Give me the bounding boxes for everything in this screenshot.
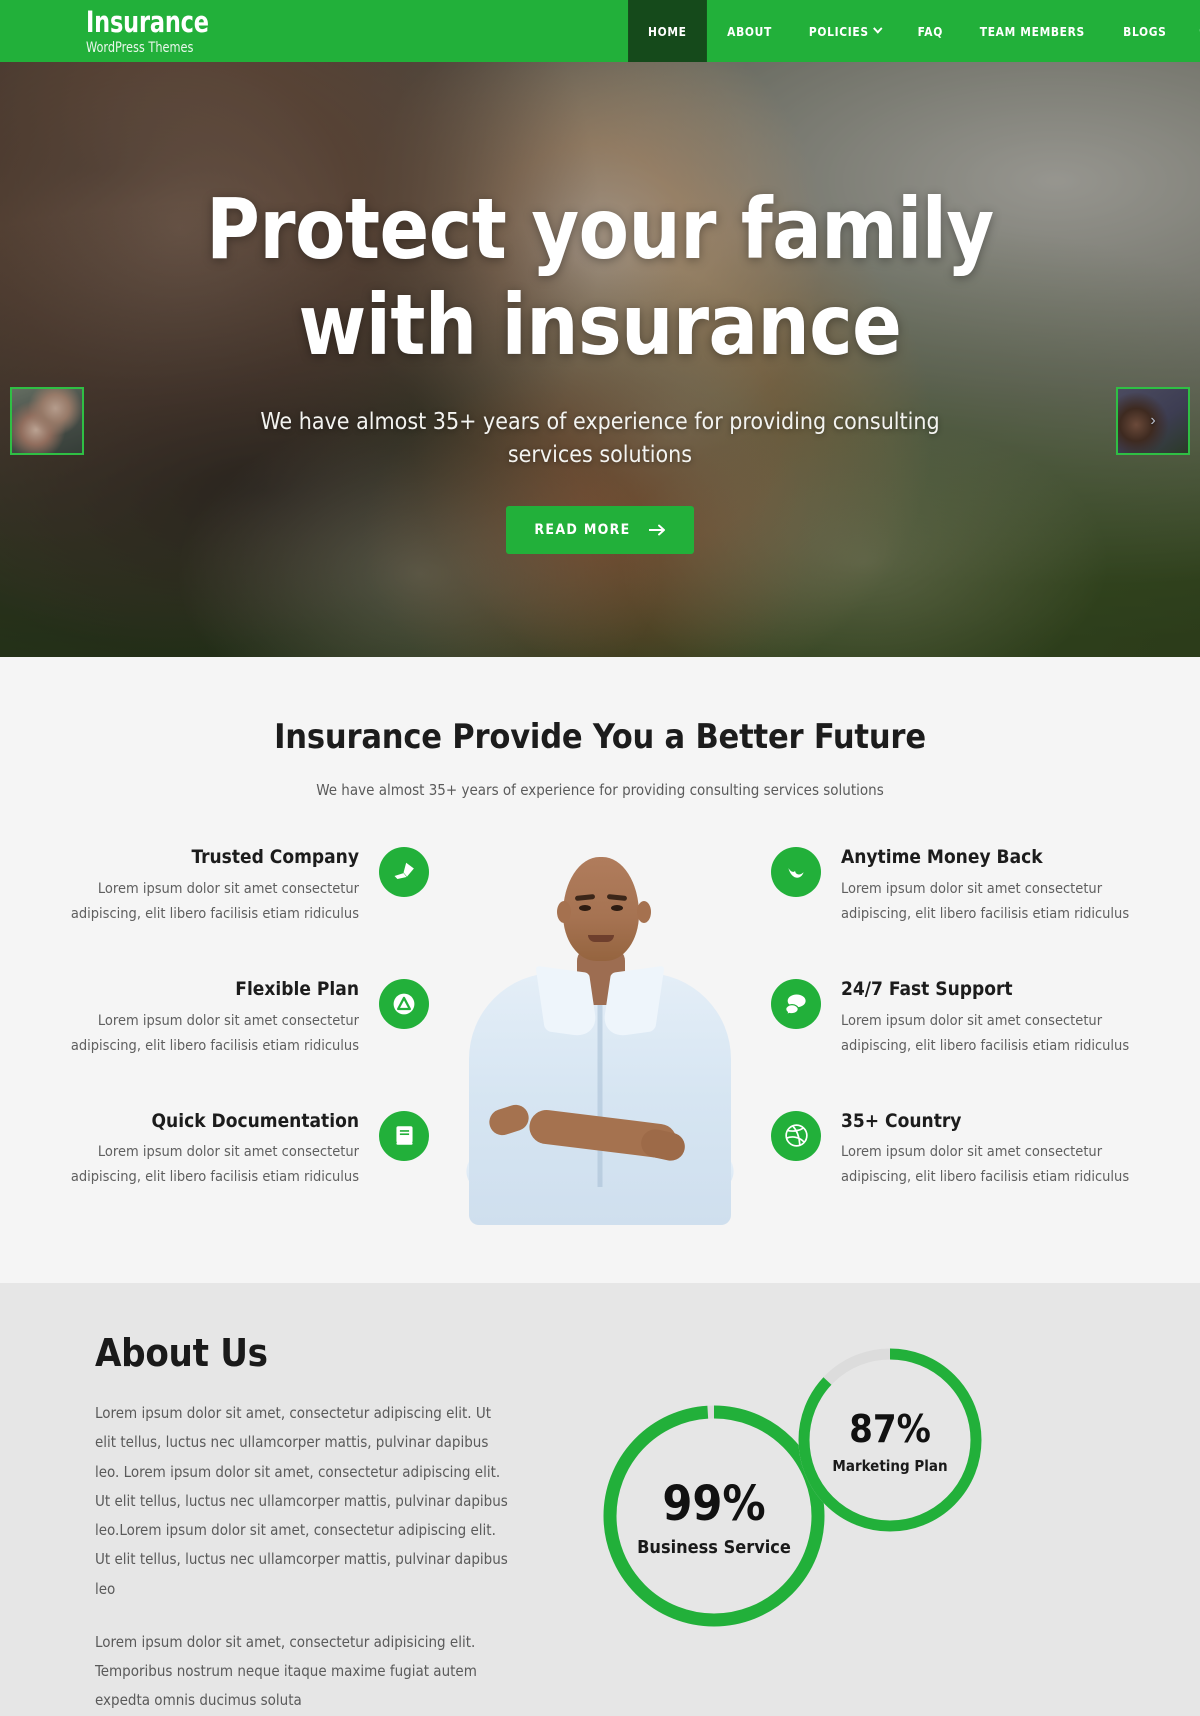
comments-icon [771,978,821,1029]
nav-item-team-members[interactable]: TEAM MEMBERS [964,0,1101,62]
arrow-right-icon [648,524,665,536]
about-progress-circles: 99% Business Service 87% Marketing Plan [585,1331,1105,1627]
dribbble-icon [771,1110,821,1161]
nav-item-team-members-label: TEAM MEMBERS [980,23,1086,39]
read-more-button-label: READ MORE [534,522,631,539]
feature-text: Lorem ipsum dolor sit amet consectetur a… [70,1012,359,1054]
progress-circle-marketing-plan: 87% Marketing Plan [795,1345,985,1540]
feature-text: Lorem ipsum dolor sit amet consectetur a… [841,880,1130,922]
about-text-column: About Us Lorem ipsum dolor sit amet, con… [95,1331,515,1716]
nav-item-about-label: ABOUT [726,23,772,39]
about-paragraph-1: Lorem ipsum dolor sit amet, consectetur … [95,1404,508,1598]
feature-title: Quick Documentation [151,1109,359,1132]
about-section: About Us Lorem ipsum dolor sit amet, con… [0,1283,1200,1716]
site-brand[interactable]: Insurance WordPress Themes [0,4,229,56]
feature-title: 35+ Country [841,1109,962,1132]
feature-item-anytime-money-back[interactable]: Anytime Money Back Lorem ipsum dolor sit… [771,847,1149,927]
feature-text: Lorem ipsum dolor sit amet consectetur a… [70,1144,359,1186]
nav-item-about[interactable]: ABOUT [711,0,788,62]
features-grid: Trusted Company Lorem ipsum dolor sit am… [0,843,1200,1225]
features-section: Insurance Provide You a Better Future We… [0,657,1200,1283]
feature-item-quick-documentation[interactable]: Quick Documentation Lorem ipsum dolor si… [51,1109,429,1191]
nav-item-blogs-label: BLOGS [1123,23,1167,39]
nav-item-faq[interactable]: FAQ [901,0,959,62]
read-more-button[interactable]: READ MORE [506,506,694,555]
hero-slider: › Protect your family with insurance We … [0,62,1200,657]
feature-item-trusted-company[interactable]: Trusted Company Lorem ipsum dolor sit am… [51,847,429,927]
slider-prev-thumbnail-image [12,389,82,453]
feature-item-flexible-plan[interactable]: Flexible Plan Lorem ipsum dolor sit amet… [51,977,429,1059]
book-icon [379,1110,429,1161]
progress-label: Marketing Plan [832,1457,948,1475]
nav-item-home-label: HOME [648,23,687,39]
features-right-column: Anytime Money Back Lorem ipsum dolor sit… [771,843,1149,1225]
slider-next-thumbnail[interactable]: › [1116,387,1190,455]
features-title: Insurance Provide You a Better Future [274,717,926,757]
brand-title: Insurance [86,4,209,39]
feature-text: Lorem ipsum dolor sit amet consectetur a… [841,1144,1130,1186]
progress-percent: 99% [662,1475,766,1532]
chevron-right-icon: › [1150,412,1156,429]
envira-leaf-icon [771,847,821,897]
search-icon[interactable] [1185,0,1200,62]
feature-title: Flexible Plan [235,977,359,1000]
brand-tagline: WordPress Themes [86,39,194,56]
nav-item-policies[interactable]: POLICIES [793,0,897,62]
features-subtitle: We have almost 35+ years of experience f… [316,781,884,799]
progress-percent: 87% [849,1407,931,1451]
feature-item-fast-support[interactable]: 24/7 Fast Support Lorem ipsum dolor sit … [771,977,1149,1059]
feature-text: Lorem ipsum dolor sit amet consectetur a… [841,1012,1130,1054]
chevron-down-icon [872,23,883,34]
nav-item-home[interactable]: HOME [628,0,707,62]
about-paragraph-2: Lorem ipsum dolor sit amet, consectetur … [95,1632,477,1710]
businessman-portrait-image [455,835,745,1225]
main-navigation: HOME ABOUT POLICIES FAQ TEAM MEMBERS BLO… [626,0,1200,62]
hero-subtitle: We have almost 35+ years of experience f… [260,408,940,468]
nav-item-policies-label: POLICIES [808,23,869,39]
arrow-circle-up-icon [379,978,429,1029]
feature-text: Lorem ipsum dolor sit amet consectetur a… [70,880,359,922]
feature-title: Trusted Company [191,846,360,868]
feature-item-countries[interactable]: 35+ Country Lorem ipsum dolor sit amet c… [771,1109,1149,1191]
hero-title-line-2: with insurance [298,275,902,374]
hero-title: Protect your family with insurance [206,180,994,374]
feature-title: 24/7 Fast Support [841,977,1013,1000]
about-title: About Us [95,1331,268,1375]
black-tie-icon [379,847,429,897]
site-header: Insurance WordPress Themes HOME ABOUT PO… [0,0,1200,62]
nav-item-blogs[interactable]: BLOGS [1107,0,1183,62]
slider-prev-thumbnail[interactable] [10,387,84,455]
nav-item-faq-label: FAQ [917,23,943,39]
progress-label: Business Service [637,1536,791,1558]
hero-title-line-1: Protect your family [206,180,994,278]
features-left-column: Trusted Company Lorem ipsum dolor sit am… [51,843,429,1225]
feature-title: Anytime Money Back [841,846,1043,868]
